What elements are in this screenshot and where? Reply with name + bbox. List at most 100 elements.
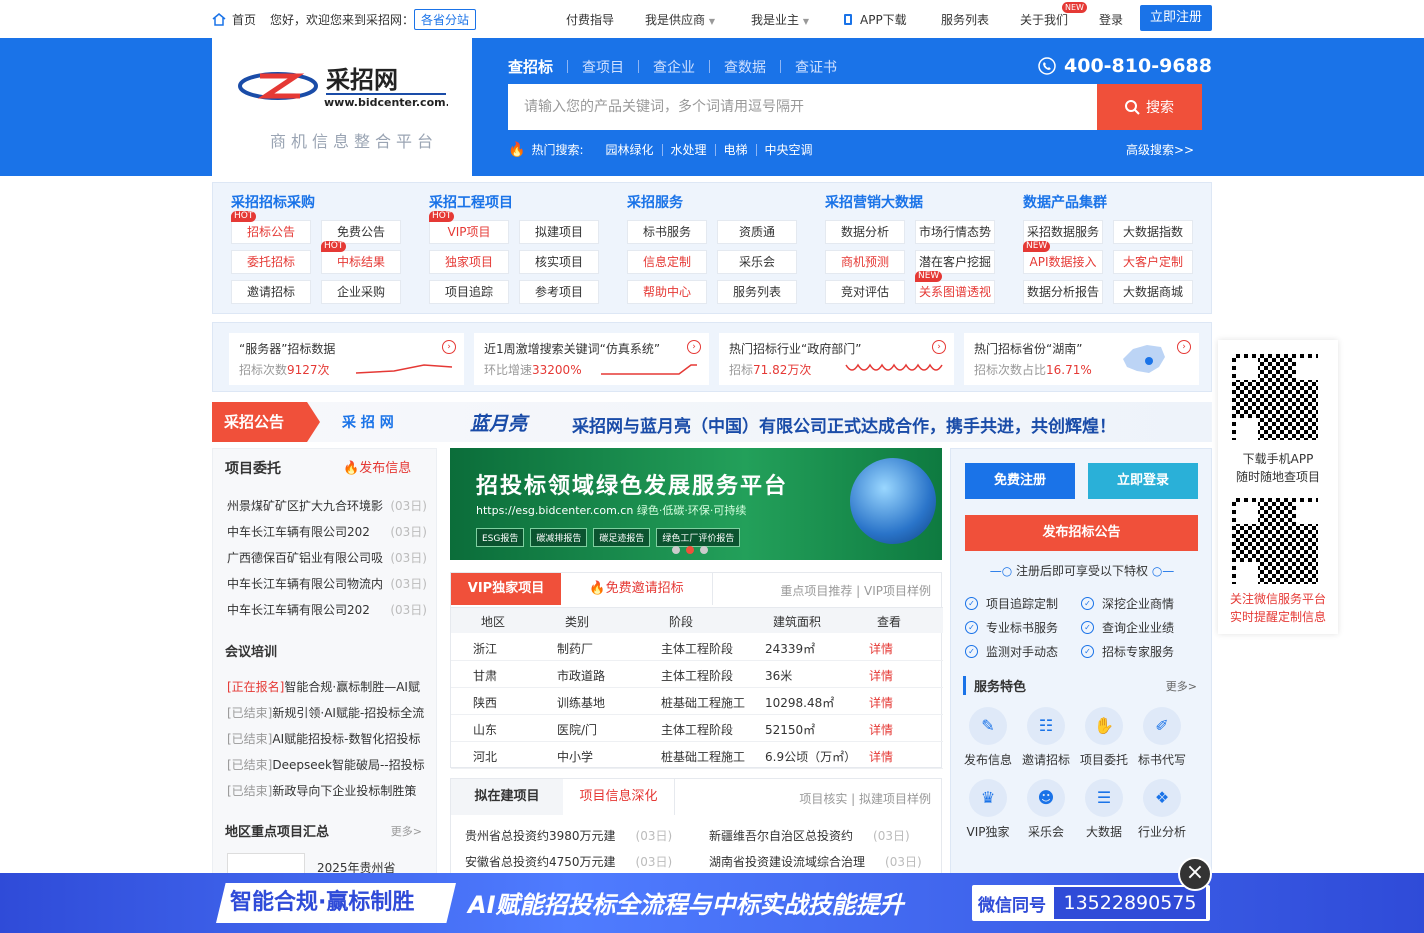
service-item[interactable]: ✐ 标书代写 xyxy=(1133,707,1191,768)
list-item[interactable]: 中车长江车辆有限公司202 (03日) xyxy=(227,523,427,540)
detail-link[interactable]: 详情 xyxy=(869,667,893,684)
tab-planned[interactable]: 拟在建项目 xyxy=(451,779,563,815)
vip-recommend-links[interactable]: 重点项目推荐 | VIP项目样例 xyxy=(780,582,931,599)
detail-link[interactable]: 详情 xyxy=(869,748,893,765)
category-item[interactable]: VIP项目 xyxy=(429,220,509,244)
nav-service-list[interactable]: 服务列表 xyxy=(941,11,989,28)
register-button[interactable]: 立即注册 xyxy=(1140,5,1212,31)
category-item[interactable]: 拟建项目 xyxy=(519,220,599,244)
tab-certificate[interactable]: 查证书 xyxy=(781,57,851,77)
region-more-link[interactable]: 更多> xyxy=(391,823,422,839)
category-item[interactable]: 大客户定制 xyxy=(1113,250,1193,274)
bottom-ad-bar[interactable]: 智能合规·赢标制胜 AI赋能招投标全流程与中标实战技能提升 微信同号 13522… xyxy=(0,873,1424,933)
nav-app-download[interactable]: APP下载 xyxy=(844,11,907,28)
login-button[interactable]: 立即登录 xyxy=(1088,463,1198,499)
service-item[interactable]: ❖ 行业分析 xyxy=(1133,779,1191,840)
service-item[interactable]: ♛ VIP独家 xyxy=(959,779,1017,840)
category-item[interactable]: 招标公告 xyxy=(231,220,311,244)
category-item[interactable]: 大数据指数 xyxy=(1113,220,1193,244)
category-title[interactable]: 数据产品集群 xyxy=(1023,192,1107,212)
branch-button[interactable]: 各省分站 xyxy=(414,9,477,30)
list-item[interactable]: 中车长江车辆有限公司物流内 (03日) xyxy=(227,575,427,592)
carousel-dot[interactable] xyxy=(686,546,694,554)
meeting-item[interactable]: [已结束]Deepseek智能破局--招投标 xyxy=(227,756,427,773)
publish-info-link[interactable]: 🔥发布信息 xyxy=(343,457,411,476)
category-item[interactable]: 邀请招标 xyxy=(231,280,311,304)
announcement-banner[interactable]: 采招公告 采 招 网 蓝月亮 采招网与蓝月亮（中国）有限公司正式达成合作，携手共… xyxy=(212,402,1212,442)
category-item[interactable]: 采乐会 xyxy=(717,250,797,274)
category-item[interactable]: 委托招标 xyxy=(231,250,311,274)
category-item[interactable]: 大数据商城 xyxy=(1113,280,1193,304)
meeting-item[interactable]: [已结束]新政导向下企业投标制胜策 xyxy=(227,782,427,799)
tab-free-invite[interactable]: 🔥免费邀请招标 xyxy=(561,573,713,605)
build-recommend-links[interactable]: 项目核实 | 拟建项目样例 xyxy=(799,790,931,807)
detail-link[interactable]: 详情 xyxy=(869,640,893,657)
carousel-dot[interactable] xyxy=(700,546,708,554)
hot-keyword[interactable]: 水处理 xyxy=(663,141,715,158)
tab-project-deepen[interactable]: 项目信息深化 xyxy=(563,779,675,815)
category-item[interactable]: 信息定制 xyxy=(627,250,707,274)
hero-carousel[interactable]: 招投标领域绿色发展服务平台 https://esg.bidcenter.com.… xyxy=(450,448,942,560)
hot-keyword[interactable]: 中央空调 xyxy=(757,141,821,158)
list-item[interactable]: 新疆维吾尔自治区总投资约 (03日) xyxy=(709,827,910,844)
category-item[interactable]: 数据分析 xyxy=(825,220,905,244)
carousel-dot[interactable] xyxy=(672,546,680,554)
list-item[interactable]: 贵州省总投资约3980万元建 (03日) xyxy=(465,827,672,844)
category-item[interactable]: 数据分析报告 xyxy=(1023,280,1103,304)
advanced-search-link[interactable]: 高级搜索>> xyxy=(1126,141,1194,158)
nav-supplier[interactable]: 我是供应商 ▼ xyxy=(645,11,715,28)
category-item[interactable]: 独家项目 xyxy=(429,250,509,274)
meeting-item[interactable]: [已结束]新规引领·AI赋能-招投标全流 xyxy=(227,704,427,721)
home-link[interactable]: 首页 xyxy=(212,11,256,28)
stat-card[interactable]: 热门招标行业“政府部门” 招标71.82万次 › xyxy=(719,333,954,385)
free-register-button[interactable]: 免费注册 xyxy=(965,463,1075,499)
category-title[interactable]: 采招服务 xyxy=(627,192,683,212)
service-item[interactable]: ☻ 采乐会 xyxy=(1017,779,1075,840)
stat-card[interactable]: 近1周激增搜索关键词“仿真系统” 环比增速33200% › xyxy=(474,333,709,385)
category-item[interactable]: 中标结果 xyxy=(321,250,401,274)
category-item[interactable]: 项目追踪 xyxy=(429,280,509,304)
category-item[interactable]: 资质通 xyxy=(717,220,797,244)
service-item[interactable]: ✎ 发布信息 xyxy=(959,707,1017,768)
list-item[interactable]: 州景煤矿矿区扩大九合环境影 (03日) xyxy=(227,497,427,514)
logo[interactable]: 采招网 www.bidcenter.com.cn 商机信息整合平台 xyxy=(212,38,472,176)
search-button[interactable]: 搜索 xyxy=(1097,84,1202,130)
category-item[interactable]: 关系图谱透视 xyxy=(915,280,995,304)
nav-pay-guide[interactable]: 付费指导 xyxy=(566,11,614,28)
service-more-link[interactable]: 更多> xyxy=(1166,678,1197,694)
search-input[interactable]: 请输入您的产品关键词，多个词请用逗号隔开 xyxy=(508,84,1098,130)
nav-owner[interactable]: 我是业主 ▼ xyxy=(751,11,809,28)
stat-card[interactable]: 热门招标省份“湖南” 招标次数占比16.71% › xyxy=(964,333,1199,385)
publish-bid-button[interactable]: 发布招标公告 xyxy=(965,515,1198,551)
nav-about[interactable]: 关于我们 xyxy=(1020,11,1068,28)
category-title[interactable]: 采招工程项目 xyxy=(429,192,513,212)
list-item[interactable]: 广西德保百矿铝业有限公司吸 (03日) xyxy=(227,549,427,566)
category-item[interactable]: 竞对评估 xyxy=(825,280,905,304)
category-item[interactable]: 参考项目 xyxy=(519,280,599,304)
category-item[interactable]: 企业采购 xyxy=(321,280,401,304)
list-item[interactable]: 中车长江车辆有限公司202 (03日) xyxy=(227,601,427,618)
detail-link[interactable]: 详情 xyxy=(869,721,893,738)
tab-data[interactable]: 查数据 xyxy=(710,57,780,77)
category-item[interactable]: 市场行情态势 xyxy=(915,220,995,244)
tab-vip-projects[interactable]: VIP独家项目 xyxy=(451,573,561,605)
tab-company[interactable]: 查企业 xyxy=(639,57,709,77)
list-item[interactable]: 湖南省投资建设流域综合治理 (03日) xyxy=(709,853,922,870)
login-link[interactable]: 登录 xyxy=(1099,11,1123,28)
category-item[interactable]: API数据接入 xyxy=(1023,250,1103,274)
category-item[interactable]: 标书服务 xyxy=(627,220,707,244)
detail-link[interactable]: 详情 xyxy=(869,694,893,711)
service-item[interactable]: ☷ 邀请招标 xyxy=(1017,707,1075,768)
category-title[interactable]: 采招招标采购 xyxy=(231,192,315,212)
category-item[interactable]: 商机预测 xyxy=(825,250,905,274)
close-ad-button[interactable]: × xyxy=(1178,857,1212,891)
stat-card[interactable]: “服务器”招标数据 招标次数9127次 › xyxy=(229,333,464,385)
list-item[interactable]: 安徽省总投资约4750万元建 (03日) xyxy=(465,853,672,870)
tab-project[interactable]: 查项目 xyxy=(568,57,638,77)
service-item[interactable]: ☰ 大数据 xyxy=(1075,779,1133,840)
category-item[interactable]: 服务列表 xyxy=(717,280,797,304)
category-title[interactable]: 采招营销大数据 xyxy=(825,192,923,212)
category-item[interactable]: 帮助中心 xyxy=(627,280,707,304)
hot-keyword[interactable]: 园林绿化 xyxy=(597,141,661,158)
meeting-item[interactable]: [正在报名]智能合规·赢标制胜—AI赋 xyxy=(227,678,427,695)
